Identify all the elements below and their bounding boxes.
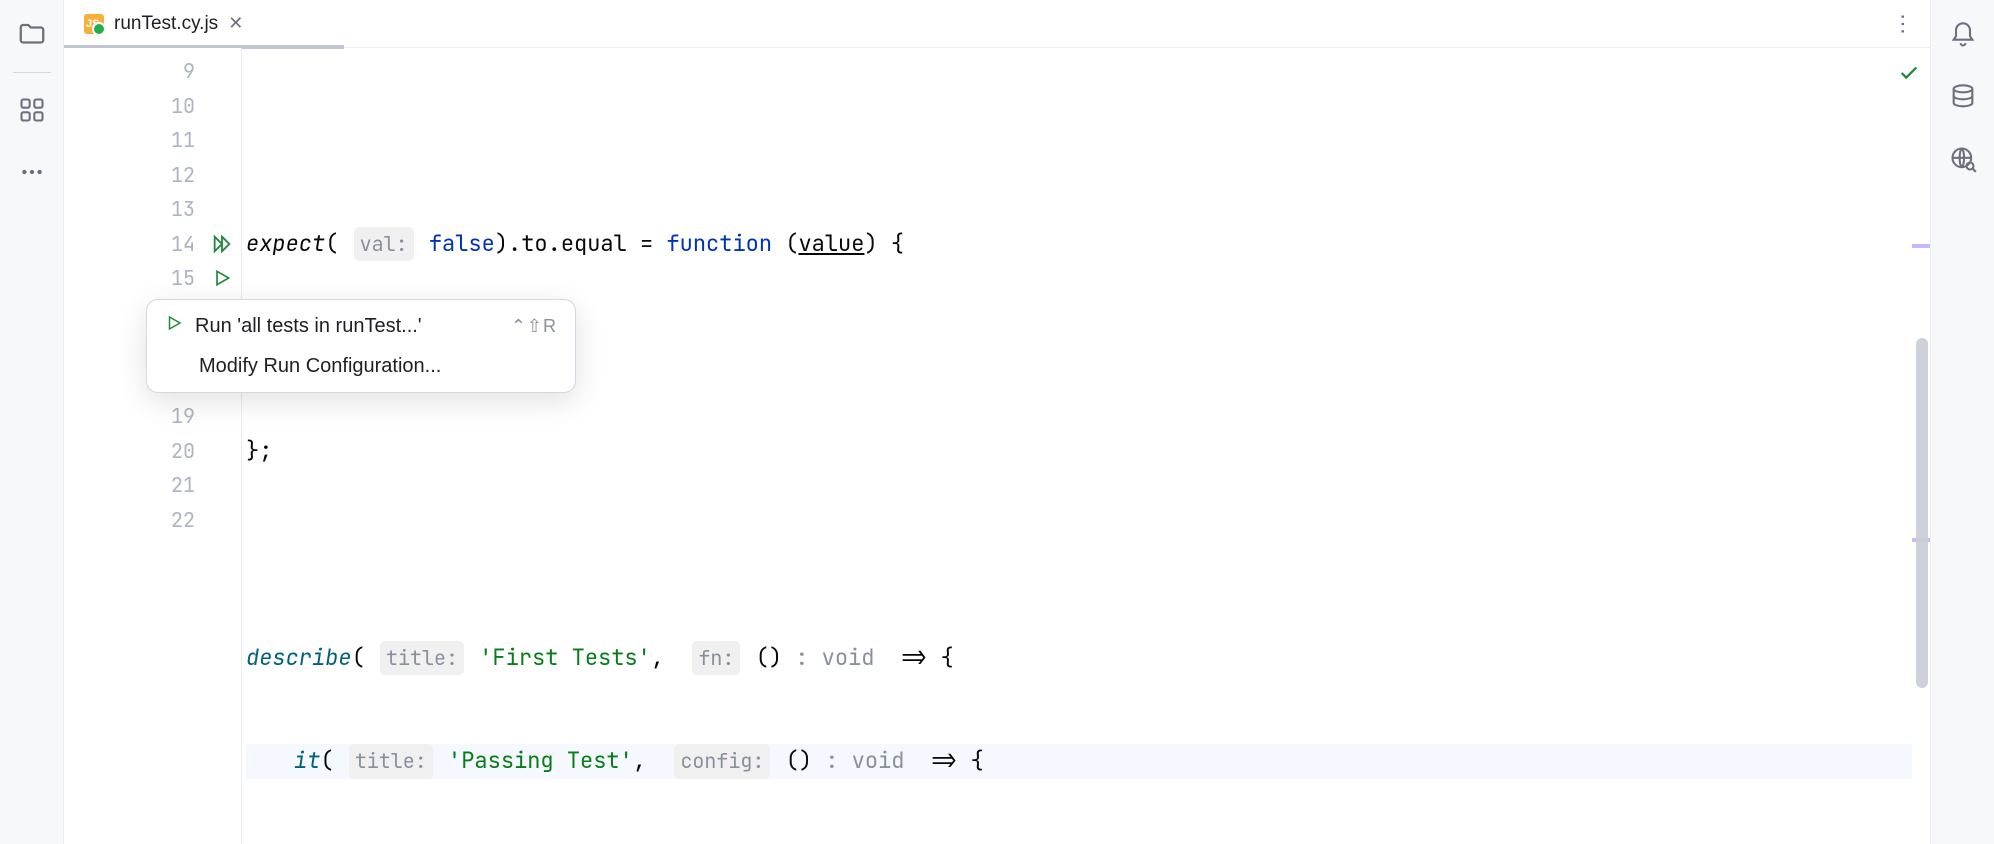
code-line: describe( title: 'First Tests', fn: () :…: [246, 641, 1912, 676]
token: expect: [246, 227, 325, 262]
token: };: [246, 434, 272, 469]
run-context-menu: Run 'all tests in runTest...' ⌃⇧R Modify…: [146, 299, 576, 393]
gutter-row: 9: [64, 54, 241, 89]
inlay-hint: fn:: [692, 641, 740, 676]
token: ).to.equal =: [495, 227, 667, 262]
code-line: [246, 537, 1912, 572]
play-icon: [165, 314, 183, 338]
token: value: [798, 227, 864, 262]
globe-search-icon: [1949, 145, 1977, 173]
right-tool-rail: [1930, 0, 1994, 844]
menu-item-label: Run 'all tests in runTest...': [195, 315, 422, 338]
analysis-ok-icon[interactable]: [1898, 60, 1920, 95]
editor-main: JS runTest.cy.js ✕ ⋯ 9 10 11 12 13 14 15: [64, 0, 1930, 844]
close-tab-icon[interactable]: ✕: [228, 13, 243, 34]
menu-item-run-tests[interactable]: Run 'all tests in runTest...' ⌃⇧R: [147, 306, 575, 346]
gutter-row: 19: [64, 399, 241, 434]
line-number: 21: [171, 468, 195, 503]
line-number: 13: [171, 192, 195, 227]
gutter-marker[interactable]: [1912, 244, 1930, 248]
code-line: };: [246, 434, 1912, 469]
left-tool-rail: [0, 0, 64, 844]
menu-item-modify-config[interactable]: Modify Run Configuration...: [147, 346, 575, 386]
inlay-hint: : void: [812, 744, 918, 779]
tab-actions: ⋯: [1892, 0, 1930, 47]
rail-separator: [13, 72, 51, 73]
token: ) {: [864, 227, 904, 262]
token: it: [294, 744, 320, 779]
check-icon: [1898, 62, 1920, 84]
run-all-gutter-icon[interactable]: [211, 233, 233, 255]
menu-item-label: Modify Run Configuration...: [199, 355, 441, 378]
structure-icon: [18, 96, 46, 124]
editor-tab[interactable]: JS runTest.cy.js ✕: [64, 0, 259, 47]
editor-status-strip: [1912, 48, 1930, 844]
database-icon: [1949, 83, 1977, 111]
line-number: 15: [171, 261, 195, 296]
line-number: 19: [171, 399, 195, 434]
token: 'First Tests': [479, 641, 651, 676]
web-tool-icon[interactable]: [1946, 142, 1980, 176]
gutter-row: 11: [64, 123, 241, 158]
code-content[interactable]: expect( val: false).to.equal = function …: [242, 48, 1912, 844]
line-number: 12: [171, 158, 195, 193]
project-tool-icon[interactable]: [15, 18, 49, 52]
line-number: 10: [171, 89, 195, 124]
gutter-row: 15: [64, 261, 241, 296]
folder-icon: [17, 20, 47, 50]
tab-filename: runTest.cy.js: [114, 13, 218, 35]
line-number: 9: [183, 54, 195, 89]
gutter-row: 12: [64, 158, 241, 193]
menu-item-shortcut: ⌃⇧R: [511, 316, 557, 337]
editor-tab-bar: JS runTest.cy.js ✕ ⋯: [64, 0, 1930, 48]
token: (): [786, 744, 812, 779]
line-number: 11: [171, 123, 195, 158]
bell-icon: [1949, 21, 1977, 49]
code-line: [246, 123, 1912, 158]
inlay-hint: title:: [380, 641, 464, 676]
editor-gutter: 9 10 11 12 13 14 15 16 17 18: [64, 48, 242, 844]
structure-tool-icon[interactable]: [15, 93, 49, 127]
inlay-hint: : void: [782, 641, 888, 676]
notifications-tool-icon[interactable]: [1946, 18, 1980, 52]
database-tool-icon[interactable]: [1946, 80, 1980, 114]
run-test-gutter-icon[interactable]: [211, 267, 233, 289]
inlay-hint: val:: [354, 227, 414, 262]
scrollbar-thumb[interactable]: [1916, 338, 1928, 688]
gutter-row: 20: [64, 434, 241, 469]
play-double-icon: [211, 233, 233, 255]
gutter-row: 21: [64, 468, 241, 503]
js-file-icon: JS: [84, 14, 104, 34]
gutter-row: 13: [64, 192, 241, 227]
more-tool-icon[interactable]: [15, 155, 49, 189]
inlay-hint: title:: [349, 744, 433, 779]
code-editor[interactable]: 9 10 11 12 13 14 15 16 17 18: [64, 48, 1930, 844]
code-line: expect( val: false).to.equal = function …: [246, 227, 1912, 262]
tab-kebab-icon[interactable]: ⋯: [1890, 13, 1916, 35]
gutter-row: 22: [64, 503, 241, 538]
play-icon: [212, 268, 232, 288]
file-badge-text: JS: [86, 18, 99, 30]
inlay-hint: config:: [674, 744, 770, 779]
token: describe: [246, 641, 352, 676]
token: => {: [918, 744, 984, 779]
more-icon: [19, 159, 45, 185]
token: function: [666, 227, 772, 262]
line-number: 14: [171, 227, 195, 262]
token: (): [756, 641, 782, 676]
code-line-selected: it( title: 'Passing Test', config: () : …: [246, 744, 1912, 779]
token: => {: [888, 641, 954, 676]
gutter-row: 10: [64, 89, 241, 124]
gutter-row: 14: [64, 227, 241, 262]
token: 'Passing Test': [448, 744, 633, 779]
line-number: 22: [171, 503, 195, 538]
token: false: [429, 227, 495, 262]
line-number: 20: [171, 434, 195, 469]
